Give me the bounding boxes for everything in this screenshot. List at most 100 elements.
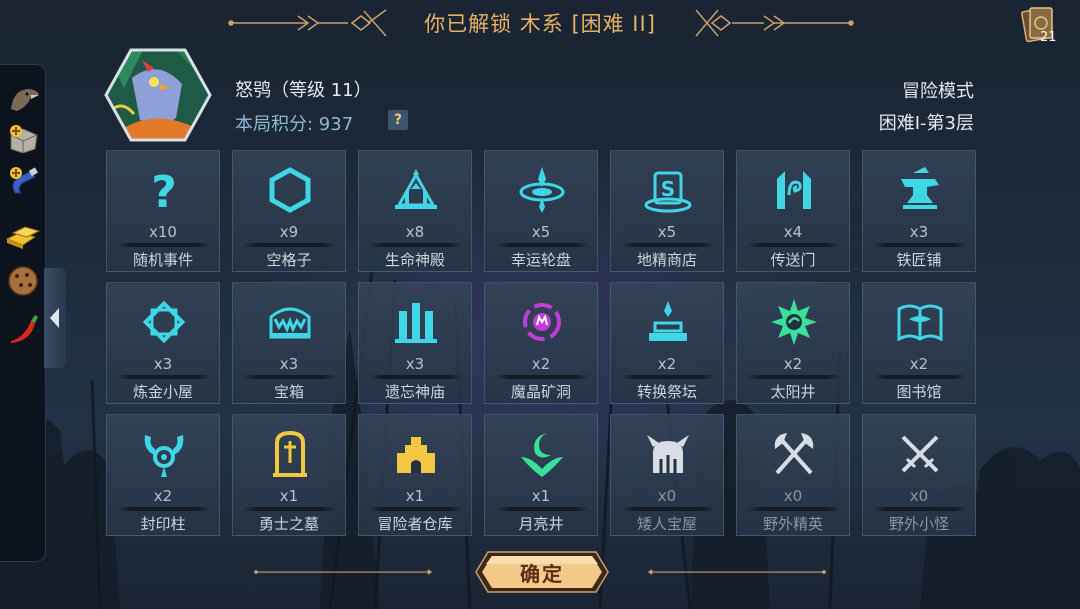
room-tile[interactable]: x3 炼金小屋 [106,282,220,404]
forgotten-temple-icon [391,297,441,347]
room-divider [117,507,211,511]
room-tile[interactable]: x2 魔晶矿洞 [484,282,598,404]
cookie-icon [8,266,38,296]
sidebar-item-gold[interactable] [5,215,41,251]
room-count: x3 [909,223,929,241]
room-divider [747,375,841,379]
hero-avatar[interactable] [104,48,212,142]
crossed-swords-icon [895,429,945,479]
treasure-chest-icon [265,297,315,347]
room-label: 魔晶矿洞 [510,383,571,401]
room-tile[interactable]: x0 野外精英 [736,414,850,536]
room-label: 炼金小屋 [132,383,193,401]
room-count: x10 [149,223,177,241]
room-summary-grid: ? x10 随机事件 x9 空格子 x8 生命神殿 x5 幸运轮盘 Sx5 地精商店 x4 传送门 x3 铁… [106,150,976,538]
room-label: 太阳井 [770,383,816,401]
svg-text:S: S [661,177,675,201]
room-label: 铁匠铺 [896,251,942,269]
room-divider [873,243,967,247]
room-count: x2 [909,355,929,373]
sidebar-item-chili[interactable] [5,309,41,345]
room-count: x8 [405,223,425,241]
header-ornament-left [228,9,387,37]
room-tile[interactable]: x0 矮人宝屋 [610,414,724,536]
room-tile[interactable]: x1 月亮井 [484,414,598,536]
warrior-tomb-icon [265,429,315,479]
conversion-altar-icon [643,297,693,347]
room-label: 幸运轮盘 [510,251,571,269]
room-tile[interactable]: x8 生命神殿 [358,150,472,272]
room-tile[interactable]: x1 勇士之墓 [232,414,346,536]
inventory-sidebar [0,64,46,562]
sidebar-item-stone[interactable] [5,121,41,157]
seal-pillar-icon [139,429,189,479]
sidebar-item-magnet[interactable] [5,163,41,199]
room-label: 随机事件 [132,251,193,269]
room-label: 图书馆 [896,383,942,401]
room-tile[interactable]: x2 封印柱 [106,414,220,536]
floor-label: 困难Ⅰ-第3层 [878,113,974,134]
room-count: x3 [153,355,173,373]
run-score: 本局积分: 937 [235,114,354,135]
confirm-ornament-left [254,569,433,575]
sidebar-item-cookie[interactable] [5,263,41,299]
score-help-button[interactable]: ? [388,110,408,130]
room-tile[interactable]: x5 幸运轮盘 [484,150,598,272]
room-tile[interactable]: x3 宝箱 [232,282,346,404]
confirm-button[interactable]: 确定 [474,548,610,596]
room-label: 遗忘神庙 [384,383,445,401]
room-tile[interactable]: x2 太阳井 [736,282,850,404]
room-count: x0 [783,487,803,505]
room-count: x1 [531,487,551,505]
owl-hero-portrait [104,48,212,142]
page-title: 你已解锁 木系 [困难 II] [424,12,656,36]
room-label: 野外精英 [762,515,823,533]
card-count: 21 [1040,30,1057,45]
room-divider [495,243,589,247]
room-tile[interactable]: x0 野外小怪 [862,414,976,536]
alchemy-hut-icon [139,297,189,347]
room-tile[interactable]: x4 传送门 [736,150,850,272]
room-count: x9 [279,223,299,241]
room-tile[interactable]: x3 铁匠铺 [862,150,976,272]
goblin-shop-icon: S [643,165,693,215]
room-divider [369,243,463,247]
room-label: 空格子 [266,251,312,269]
room-label: 野外小怪 [888,515,949,533]
crystal-mine-icon [517,297,567,347]
room-tile[interactable]: ? x10 随机事件 [106,150,220,272]
sidebar-collapse-button[interactable] [44,268,66,368]
confirm-ornament-right [647,569,826,575]
raven-head-icon [11,89,39,111]
room-divider [495,507,589,511]
room-label: 月亮井 [518,515,564,533]
room-tile[interactable]: x2 转换祭坛 [610,282,724,404]
room-tile[interactable]: x2 图书馆 [862,282,976,404]
room-divider [243,507,337,511]
room-count: x5 [657,223,677,241]
confirm-label: 确定 [520,562,564,586]
room-tile[interactable]: Sx5 地精商店 [610,150,724,272]
room-tile[interactable]: x9 空格子 [232,150,346,272]
library-book-icon [895,297,945,347]
room-label: 宝箱 [273,383,304,401]
sidebar-item-raven[interactable] [5,81,41,117]
room-divider [621,375,715,379]
gold-bars-icon [5,226,41,249]
room-label: 传送门 [770,251,816,269]
anvil-icon [895,165,945,215]
game-mode-label: 冒险模式 [902,81,974,102]
room-tile[interactable]: x3 遗忘神庙 [358,282,472,404]
room-label: 冒险者仓库 [377,515,453,533]
header-ornament-right [695,9,854,37]
room-tile[interactable]: x1 冒险者仓库 [358,414,472,536]
moon-well-icon [517,429,567,479]
room-divider [243,243,337,247]
room-count: x3 [279,355,299,373]
room-divider [117,375,211,379]
magnet-plus-icon [10,167,38,194]
room-divider [117,243,211,247]
room-divider [747,507,841,511]
stone-plus-icon [10,125,38,154]
question-mark-icon: ? [139,165,189,218]
